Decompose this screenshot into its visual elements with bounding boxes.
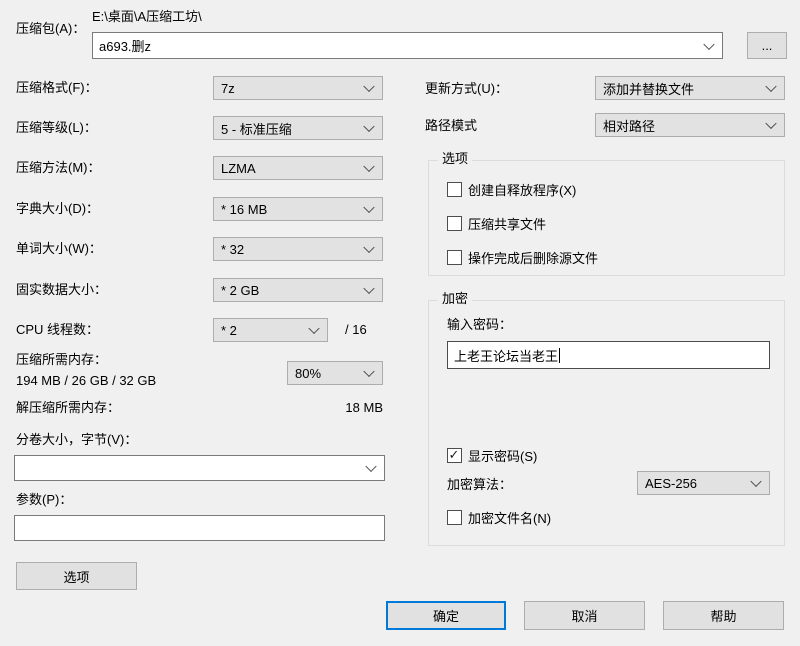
- volume-combobox[interactable]: [14, 455, 385, 481]
- checkbox-icon[interactable]: [447, 182, 462, 197]
- path-mode-value: 相对路径: [603, 118, 656, 134]
- help-button[interactable]: 帮助: [663, 601, 784, 630]
- options-group-title: 选项: [438, 152, 473, 166]
- mem-percent-dropdown[interactable]: 80%: [287, 361, 383, 385]
- mem-decompress-label: 解压缩所需内存：: [16, 400, 121, 415]
- archive-label: 压缩包(A)：: [16, 21, 86, 36]
- ok-button-label: 确定: [432, 609, 459, 624]
- level-label: 压缩等级(L)：: [16, 120, 97, 135]
- chevron-down-icon: [308, 322, 320, 335]
- threads-dropdown[interactable]: * 2: [213, 318, 328, 342]
- help-button-label: 帮助: [710, 609, 737, 624]
- options-button-label: 选项: [63, 569, 90, 585]
- checkbox-compress-shared[interactable]: 压缩共享文件: [447, 214, 546, 233]
- path-mode-label: 路径模式: [425, 118, 478, 133]
- word-value: * 32: [221, 241, 245, 257]
- text-caret: [559, 347, 561, 363]
- checkbox-label: 操作完成后删除源文件: [468, 251, 599, 266]
- method-label: 压缩方法(M)：: [16, 160, 101, 175]
- encryption-group-title: 加密: [438, 292, 473, 306]
- checkbox-label: 加密文件名(N): [468, 511, 552, 526]
- threads-value: * 2: [221, 322, 237, 338]
- update-mode-value: 添加并替换文件: [603, 81, 695, 97]
- format-dropdown[interactable]: 7z: [213, 76, 383, 100]
- add-to-archive-dialog: 压缩包(A)： E:\桌面\A压缩工坊\ a693.删z ... 压缩格式(F)…: [0, 0, 800, 646]
- word-dropdown[interactable]: * 32: [213, 237, 383, 261]
- checkbox-icon[interactable]: [447, 250, 462, 265]
- checkbox-icon[interactable]: [447, 447, 462, 463]
- mem-percent-value: 80%: [295, 365, 322, 381]
- method-value: LZMA: [221, 160, 256, 176]
- format-value: 7z: [221, 80, 235, 96]
- cancel-button[interactable]: 取消: [524, 601, 645, 630]
- solid-value: * 2 GB: [221, 282, 260, 298]
- checkbox-icon[interactable]: [447, 216, 462, 231]
- archive-dir-path: E:\桌面\A压缩工坊\: [92, 9, 202, 24]
- chevron-down-icon: [363, 201, 375, 214]
- dict-label: 字典大小(D)：: [16, 201, 100, 216]
- chevron-down-icon: [363, 120, 375, 133]
- archive-name-value: a693.删z: [99, 39, 152, 54]
- chevron-down-icon: [765, 80, 777, 93]
- browse-button[interactable]: ...: [747, 32, 787, 59]
- level-dropdown[interactable]: 5 - 标准压缩: [213, 116, 383, 140]
- volume-label: 分卷大小，字节(V)：: [16, 432, 138, 447]
- mem-compress-label: 压缩所需内存：: [16, 352, 108, 367]
- chevron-down-icon[interactable]: [365, 460, 377, 473]
- update-mode-label: 更新方式(U)：: [425, 81, 509, 96]
- checkbox-icon[interactable]: [447, 510, 462, 525]
- params-label: 参数(P)：: [16, 492, 73, 507]
- options-button[interactable]: 选项: [16, 562, 137, 590]
- params-input[interactable]: [14, 515, 385, 541]
- algorithm-value: AES-256: [645, 475, 698, 491]
- chevron-down-icon: [363, 241, 375, 254]
- solid-dropdown[interactable]: * 2 GB: [213, 278, 383, 302]
- mem-decompress-value: 18 MB: [345, 400, 383, 415]
- algorithm-dropdown[interactable]: AES-256: [637, 471, 770, 495]
- chevron-down-icon: [363, 282, 375, 295]
- method-dropdown[interactable]: LZMA: [213, 156, 383, 180]
- checkbox-encrypt-names[interactable]: 加密文件名(N): [447, 508, 551, 527]
- solid-label: 固实数据大小：: [16, 282, 108, 297]
- checkbox-show-password[interactable]: 显示密码(S): [447, 446, 537, 465]
- ok-button[interactable]: 确定: [386, 601, 506, 630]
- password-value: 上老王论坛当老王: [454, 348, 559, 364]
- mem-compress-detail: 194 MB / 26 GB / 32 GB: [16, 373, 157, 388]
- chevron-down-icon: [363, 80, 375, 93]
- checkbox-label: 创建自释放程序(X): [468, 183, 577, 198]
- chevron-down-icon: [363, 160, 375, 173]
- threads-label: CPU 线程数：: [16, 322, 100, 337]
- password-input[interactable]: 上老王论坛当老王: [447, 341, 770, 369]
- word-label: 单词大小(W)：: [16, 241, 102, 256]
- chevron-down-icon: [750, 475, 762, 488]
- algorithm-label: 加密算法：: [447, 477, 513, 492]
- dict-dropdown[interactable]: * 16 MB: [213, 197, 383, 221]
- archive-name-combobox[interactable]: a693.删z: [92, 32, 723, 59]
- cancel-button-label: 取消: [571, 609, 598, 624]
- update-mode-dropdown[interactable]: 添加并替换文件: [595, 76, 785, 100]
- threads-max-text: / 16: [345, 322, 367, 337]
- chevron-down-icon: [363, 365, 375, 378]
- browse-button-label: ...: [761, 38, 773, 53]
- chevron-down-icon[interactable]: [703, 38, 715, 50]
- checkbox-delete-after[interactable]: 操作完成后删除源文件: [447, 248, 598, 267]
- dict-value: * 16 MB: [221, 201, 268, 217]
- checkbox-label: 显示密码(S): [468, 449, 538, 464]
- chevron-down-icon: [765, 117, 777, 130]
- format-label: 压缩格式(F)：: [16, 80, 98, 95]
- password-label: 输入密码：: [447, 317, 513, 332]
- checkbox-create-sfx[interactable]: 创建自释放程序(X): [447, 180, 576, 199]
- level-value: 5 - 标准压缩: [221, 121, 292, 137]
- checkbox-label: 压缩共享文件: [468, 217, 547, 232]
- path-mode-dropdown[interactable]: 相对路径: [595, 113, 785, 137]
